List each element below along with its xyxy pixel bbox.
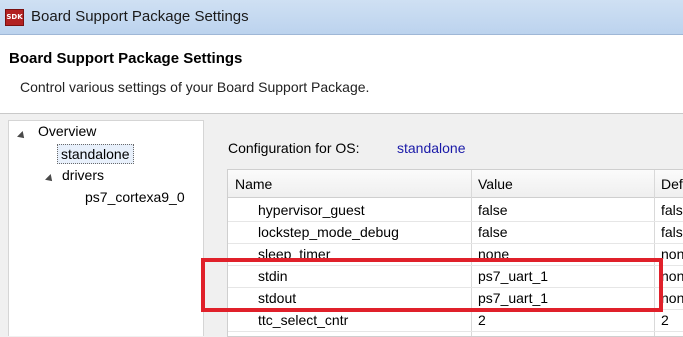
tree-item-ps7-cortexa9-0[interactable]: ps7_cortexa9_0 (85, 189, 185, 205)
tree-item-label: ps7_cortexa9_0 (85, 189, 185, 205)
setting-value[interactable]: 2 (478, 312, 486, 328)
window-title-bar: SDK Board Support Package Settings (0, 0, 683, 35)
setting-value[interactable]: false (478, 224, 508, 240)
tree-item-label: Overview (38, 123, 97, 139)
annotation-highlight-box (201, 258, 663, 312)
table-row[interactable]: lockstep_mode_debug false fals (228, 221, 683, 244)
setting-default: non (661, 268, 683, 284)
setting-name: hypervisor_guest (258, 202, 365, 218)
table-row[interactable]: ttc_select_cntr 2 2 (228, 309, 683, 332)
setting-name: lockstep_mode_debug (258, 224, 399, 240)
window-title: Board Support Package Settings (31, 8, 249, 25)
tree-item-label: drivers (62, 167, 105, 183)
sdk-app-icon: SDK (5, 9, 24, 26)
configuration-os-value: standalone (397, 140, 466, 156)
setting-default: non (661, 290, 683, 306)
setting-value[interactable]: false (478, 202, 508, 218)
tree-item-label: standalone (61, 146, 130, 162)
column-header-default[interactable]: Def (661, 176, 683, 192)
setting-name: ttc_select_cntr (258, 312, 349, 328)
dialog-description: Control various settings of your Board S… (20, 79, 370, 95)
expand-arrow-icon[interactable] (45, 174, 55, 184)
column-header-name[interactable]: Name (235, 176, 272, 192)
dialog-title: Board Support Package Settings (9, 50, 243, 67)
setting-default: 2 (661, 312, 669, 328)
expand-arrow-icon[interactable] (17, 131, 27, 141)
configuration-label: Configuration for OS: (228, 140, 360, 156)
tree-item-drivers[interactable]: drivers (62, 167, 104, 183)
settings-tree: Overview standalone drivers ps7_cortexa9… (8, 120, 204, 336)
setting-default: fals (661, 202, 683, 218)
table-header: Name Value Def (228, 170, 683, 198)
setting-default: fals (661, 224, 683, 240)
tree-item-overview[interactable]: Overview (38, 123, 96, 139)
dialog-header: Board Support Package Settings Control v… (0, 35, 683, 114)
column-header-value[interactable]: Value (478, 176, 513, 192)
setting-default: non (661, 246, 683, 262)
table-row[interactable]: hypervisor_guest false fals (228, 199, 683, 222)
tree-item-standalone[interactable]: standalone (57, 144, 134, 164)
